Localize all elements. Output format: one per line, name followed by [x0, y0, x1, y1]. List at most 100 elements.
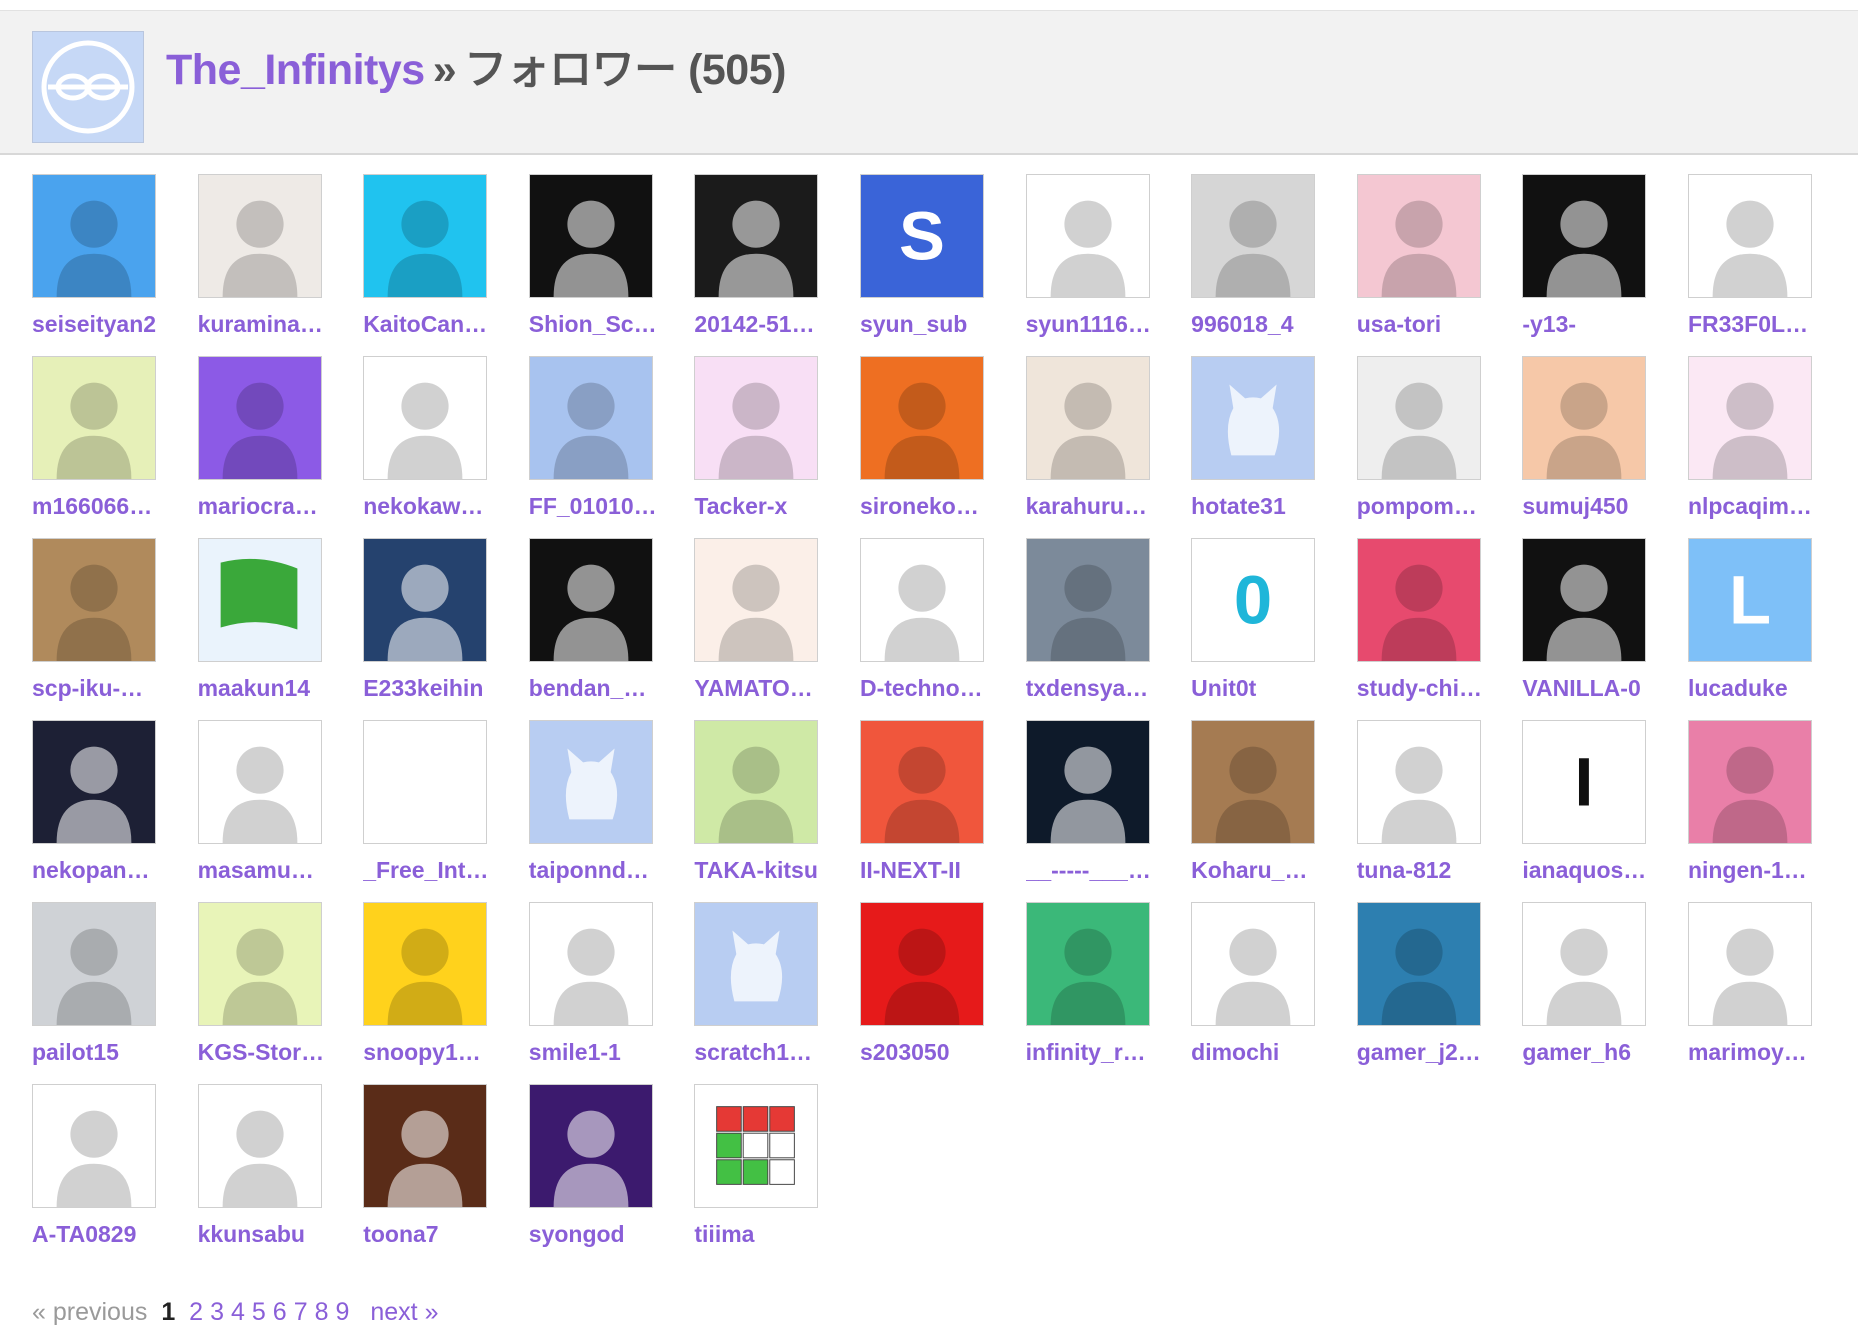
follower-username[interactable]: II-NEXT-II	[860, 857, 1016, 884]
follower-item[interactable]: -y13-	[1522, 174, 1688, 356]
follower-item[interactable]: __-----___…	[1025, 720, 1192, 902]
follower-avatar[interactable]	[363, 356, 488, 480]
follower-avatar[interactable]	[1191, 902, 1316, 1026]
follower-username[interactable]: smile1-1	[529, 1039, 685, 1066]
follower-username[interactable]: infinity_r…	[1026, 1039, 1182, 1066]
follower-username[interactable]: ningen-1…	[1688, 857, 1844, 884]
follower-item[interactable]: tuna-812	[1356, 720, 1523, 902]
follower-avatar[interactable]	[1191, 356, 1316, 480]
follower-avatar[interactable]	[859, 356, 984, 480]
follower-username[interactable]: masamu…	[198, 857, 354, 884]
follower-username[interactable]: -y13-	[1522, 311, 1678, 338]
follower-item[interactable]: syun1116…	[1025, 174, 1192, 356]
follower-avatar[interactable]	[32, 356, 156, 480]
follower-item[interactable]: gamer_j2…	[1356, 902, 1523, 1084]
follower-username[interactable]: toona7	[363, 1221, 519, 1248]
follower-avatar[interactable]	[1025, 720, 1150, 844]
follower-avatar[interactable]	[694, 356, 819, 480]
follower-item[interactable]: KGS-Stor…	[197, 902, 364, 1084]
follower-item[interactable]: II-NEXT-II	[859, 720, 1026, 902]
follower-item[interactable]: scp-iku-…	[32, 538, 198, 720]
follower-item[interactable]: sumuj450	[1522, 356, 1688, 538]
follower-avatar[interactable]: 0	[1191, 538, 1316, 662]
follower-avatar[interactable]	[1522, 356, 1647, 480]
follower-item[interactable]: Iianaquos…	[1522, 720, 1688, 902]
follower-username[interactable]: D-techno…	[860, 675, 1016, 702]
page-link[interactable]: 7	[294, 1298, 308, 1326]
follower-username[interactable]: usa-tori	[1357, 311, 1513, 338]
follower-avatar[interactable]	[1687, 902, 1812, 1026]
follower-username[interactable]: syun_sub	[860, 311, 1016, 338]
follower-avatar[interactable]	[528, 174, 653, 298]
follower-username[interactable]: study-chi…	[1357, 675, 1513, 702]
follower-item[interactable]: marimoy…	[1687, 902, 1854, 1084]
follower-avatar[interactable]	[1191, 174, 1316, 298]
follower-item[interactable]: YAMATO…	[694, 538, 860, 720]
follower-avatar[interactable]	[363, 1084, 488, 1208]
follower-item[interactable]: gamer_h6	[1522, 902, 1688, 1084]
follower-avatar[interactable]	[363, 538, 488, 662]
follower-item[interactable]: FF_01010…	[528, 356, 695, 538]
follower-avatar[interactable]	[1522, 538, 1647, 662]
follower-avatar[interactable]	[528, 720, 653, 844]
follower-item[interactable]: syongod	[528, 1084, 695, 1266]
follower-avatar[interactable]	[1025, 174, 1150, 298]
follower-item[interactable]: nekopan…	[32, 720, 198, 902]
follower-item[interactable]: Llucaduke	[1687, 538, 1854, 720]
follower-username[interactable]: A-TA0829	[32, 1221, 188, 1248]
follower-username[interactable]: tiiima	[694, 1221, 850, 1248]
follower-username[interactable]: scratch1…	[694, 1039, 850, 1066]
follower-username[interactable]: KaitoCan…	[363, 311, 519, 338]
follower-item[interactable]: VANILLA-0	[1522, 538, 1688, 720]
follower-username[interactable]: gamer_j2…	[1357, 1039, 1513, 1066]
follower-item[interactable]: smile1-1	[528, 902, 695, 1084]
follower-item[interactable]: txdensya…	[1025, 538, 1192, 720]
follower-username[interactable]: FF_01010…	[529, 493, 685, 520]
follower-avatar[interactable]	[197, 902, 322, 1026]
follower-username[interactable]: nlpcaqim…	[1688, 493, 1844, 520]
page-link[interactable]: 2	[189, 1298, 203, 1326]
follower-avatar[interactable]	[32, 720, 156, 844]
follower-item[interactable]: nekokaw…	[363, 356, 529, 538]
follower-item[interactable]: 20142-51…	[694, 174, 860, 356]
follower-avatar[interactable]	[1687, 356, 1812, 480]
follower-item[interactable]: E233keihin	[363, 538, 529, 720]
page-link[interactable]: 8	[315, 1298, 329, 1326]
owner-avatar[interactable]	[32, 31, 144, 143]
follower-avatar[interactable]	[363, 902, 488, 1026]
follower-username[interactable]: karahuru…	[1026, 493, 1182, 520]
follower-avatar[interactable]	[859, 902, 984, 1026]
follower-avatar[interactable]	[1687, 174, 1812, 298]
page-link[interactable]: 4	[231, 1298, 245, 1326]
follower-avatar[interactable]	[859, 720, 984, 844]
follower-item[interactable]: dimochi	[1191, 902, 1357, 1084]
follower-username[interactable]: __-----___…	[1026, 857, 1182, 884]
follower-username[interactable]: bendan_…	[529, 675, 685, 702]
follower-username[interactable]: ianaquos…	[1522, 857, 1678, 884]
follower-item[interactable]: mariocra…	[197, 356, 364, 538]
follower-avatar[interactable]	[694, 538, 819, 662]
follower-username[interactable]: YAMATO…	[694, 675, 850, 702]
follower-avatar[interactable]	[528, 538, 653, 662]
next-page-link[interactable]: next »	[370, 1298, 438, 1326]
follower-username[interactable]: tuna-812	[1357, 857, 1513, 884]
follower-item[interactable]: Shion_Sc…	[528, 174, 695, 356]
owner-link[interactable]: The_Infinitys	[166, 46, 425, 94]
follower-item[interactable]: taiponnd…	[528, 720, 695, 902]
follower-avatar[interactable]	[1356, 902, 1481, 1026]
follower-item[interactable]: Ssyun_sub	[859, 174, 1026, 356]
follower-username[interactable]: sumuj450	[1522, 493, 1678, 520]
follower-item[interactable]: D-techno…	[859, 538, 1026, 720]
page-link[interactable]: 9	[336, 1298, 350, 1326]
follower-avatar[interactable]	[1025, 902, 1150, 1026]
follower-avatar[interactable]	[694, 174, 819, 298]
follower-username[interactable]: marimoy…	[1688, 1039, 1844, 1066]
follower-username[interactable]: maakun14	[198, 675, 354, 702]
follower-avatar[interactable]	[197, 174, 322, 298]
follower-avatar[interactable]: L	[1687, 538, 1812, 662]
follower-item[interactable]: Tacker-x	[694, 356, 860, 538]
follower-avatar[interactable]	[1356, 356, 1481, 480]
follower-item[interactable]: kuramina…	[197, 174, 364, 356]
follower-item[interactable]: m166066…	[32, 356, 198, 538]
follower-item[interactable]: hotate31	[1191, 356, 1357, 538]
